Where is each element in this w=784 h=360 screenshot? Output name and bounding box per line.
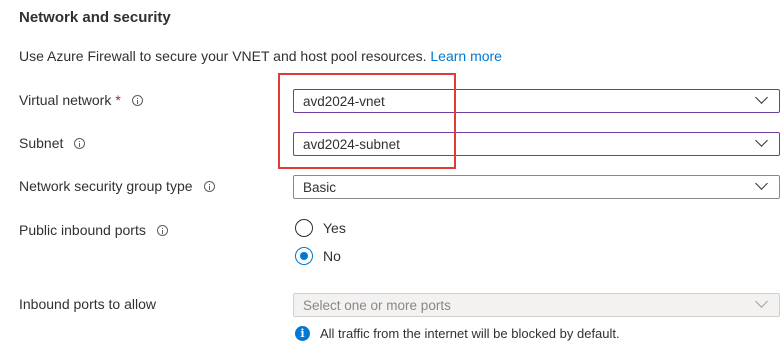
virtual-network-label-text: Virtual network [19, 92, 112, 108]
nsg-type-label-text: Network security group type [19, 178, 193, 194]
inbound-ports-select[interactable]: Select one or more ports [293, 293, 780, 317]
radio-option-yes[interactable]: Yes [295, 219, 346, 237]
learn-more-link[interactable]: Learn more [430, 48, 502, 64]
radio-label-yes: Yes [323, 220, 346, 236]
network-security-page: Network and security Use Azure Firewall … [0, 0, 784, 360]
public-inbound-ports-label: Public inbound ports [19, 222, 168, 238]
inbound-ports-placeholder: Select one or more ports [303, 297, 451, 313]
chevron-down-icon [755, 295, 768, 308]
subnet-label: Subnet [19, 135, 86, 151]
chevron-down-icon [755, 177, 768, 190]
nsg-type-value: Basic [303, 179, 337, 195]
radio-button-yes[interactable] [295, 219, 313, 237]
highlight-annotation-box [278, 73, 456, 169]
chevron-down-icon [755, 91, 768, 104]
subnet-label-text: Subnet [19, 135, 64, 151]
info-filled-icon: i [295, 326, 310, 341]
radio-button-no[interactable] [295, 247, 313, 265]
inbound-ports-label-text: Inbound ports to allow [19, 296, 156, 312]
info-icon[interactable] [74, 137, 86, 149]
chevron-down-icon [755, 134, 768, 147]
section-title: Network and security [19, 9, 171, 26]
info-icon[interactable] [203, 180, 215, 192]
description-text: Use Azure Firewall to secure your VNET a… [19, 48, 427, 64]
info-icon[interactable] [131, 94, 143, 106]
section-description: Use Azure Firewall to secure your VNET a… [19, 48, 502, 64]
public-inbound-ports-label-text: Public inbound ports [19, 222, 146, 238]
radio-option-no[interactable]: No [295, 247, 341, 265]
nsg-type-select[interactable]: Basic [293, 175, 780, 199]
notice-text: All traffic from the internet will be bl… [320, 326, 620, 341]
inbound-ports-label: Inbound ports to allow [19, 296, 156, 312]
info-notice: i All traffic from the internet will be … [295, 326, 620, 341]
info-icon[interactable] [156, 224, 168, 236]
virtual-network-label: Virtual network * [19, 92, 143, 108]
required-asterisk: * [115, 92, 121, 108]
radio-label-no: No [323, 248, 341, 264]
nsg-type-label: Network security group type [19, 178, 215, 194]
